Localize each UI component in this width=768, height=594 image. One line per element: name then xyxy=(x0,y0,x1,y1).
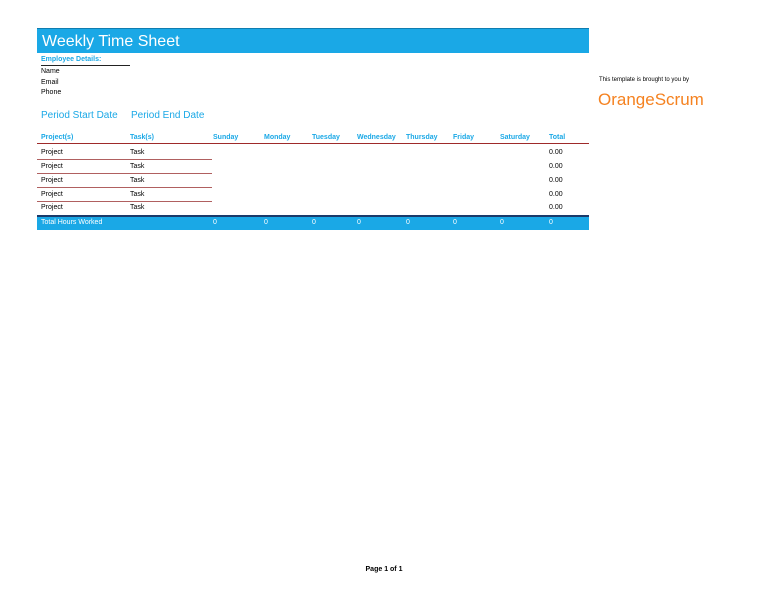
row-2-total: 0.00 xyxy=(549,163,563,170)
total-thursday: 0 xyxy=(406,219,410,226)
row-1-total: 0.00 xyxy=(549,149,563,156)
row-3-project[interactable]: Project xyxy=(41,177,63,184)
row-4-divider xyxy=(37,201,212,202)
header-wednesday: Wednesday xyxy=(357,134,396,141)
row-2-task[interactable]: Task xyxy=(130,163,144,170)
employee-details-heading: Employee Details: xyxy=(41,56,102,63)
page-title: Weekly Time Sheet xyxy=(42,33,180,50)
row-1-divider xyxy=(37,159,212,160)
row-3-total: 0.00 xyxy=(549,177,563,184)
header-friday: Friday xyxy=(453,134,475,141)
header-tuesday: Tuesday xyxy=(312,134,340,141)
page-footer: Page 1 of 1 xyxy=(365,566,403,573)
total-friday: 0 xyxy=(453,219,457,226)
header-total: Total xyxy=(549,134,566,141)
header-saturday: Saturday xyxy=(500,134,530,141)
header-thursday: Thursday xyxy=(406,134,438,141)
row-1-project[interactable]: Project xyxy=(41,149,63,156)
row-5-total: 0.00 xyxy=(549,204,563,211)
branding-tagline: This template is brought to you by xyxy=(599,77,690,83)
row-4-total: 0.00 xyxy=(549,191,563,198)
employee-email-label: Email xyxy=(41,79,59,86)
row-3-task[interactable]: Task xyxy=(130,177,144,184)
total-wednesday: 0 xyxy=(357,219,361,226)
employee-phone-label: Phone xyxy=(41,89,62,96)
total-monday: 0 xyxy=(264,219,268,226)
header-sunday: Sunday xyxy=(213,134,239,141)
row-4-task[interactable]: Task xyxy=(130,191,144,198)
total-sunday: 0 xyxy=(213,219,217,226)
header-tasks: Task(s) xyxy=(130,134,154,141)
total-tuesday: 0 xyxy=(312,219,316,226)
total-hours-label: Total Hours Worked xyxy=(41,219,103,226)
total-grand: 0 xyxy=(549,219,553,226)
header-projects: Project(s) xyxy=(41,134,74,141)
row-5-project[interactable]: Project xyxy=(41,204,63,211)
row-1-task[interactable]: Task xyxy=(130,149,144,156)
period-start-label: Period Start Date xyxy=(41,110,118,121)
row-3-divider xyxy=(37,187,212,188)
period-end-label: Period End Date xyxy=(131,110,205,121)
total-hours-row: Total Hours Worked 0 0 0 0 0 0 0 0 xyxy=(37,215,589,230)
row-5-task[interactable]: Task xyxy=(130,204,144,211)
header-divider xyxy=(37,143,589,144)
row-4-project[interactable]: Project xyxy=(41,191,63,198)
total-saturday: 0 xyxy=(500,219,504,226)
header-monday: Monday xyxy=(264,134,291,141)
employee-name-label: Name xyxy=(41,68,60,75)
logo-text: OrangeScrum xyxy=(598,90,704,109)
row-2-project[interactable]: Project xyxy=(41,163,63,170)
title-bar: Weekly Time Sheet xyxy=(37,28,589,53)
employee-details-divider xyxy=(41,65,130,66)
row-2-divider xyxy=(37,173,212,174)
